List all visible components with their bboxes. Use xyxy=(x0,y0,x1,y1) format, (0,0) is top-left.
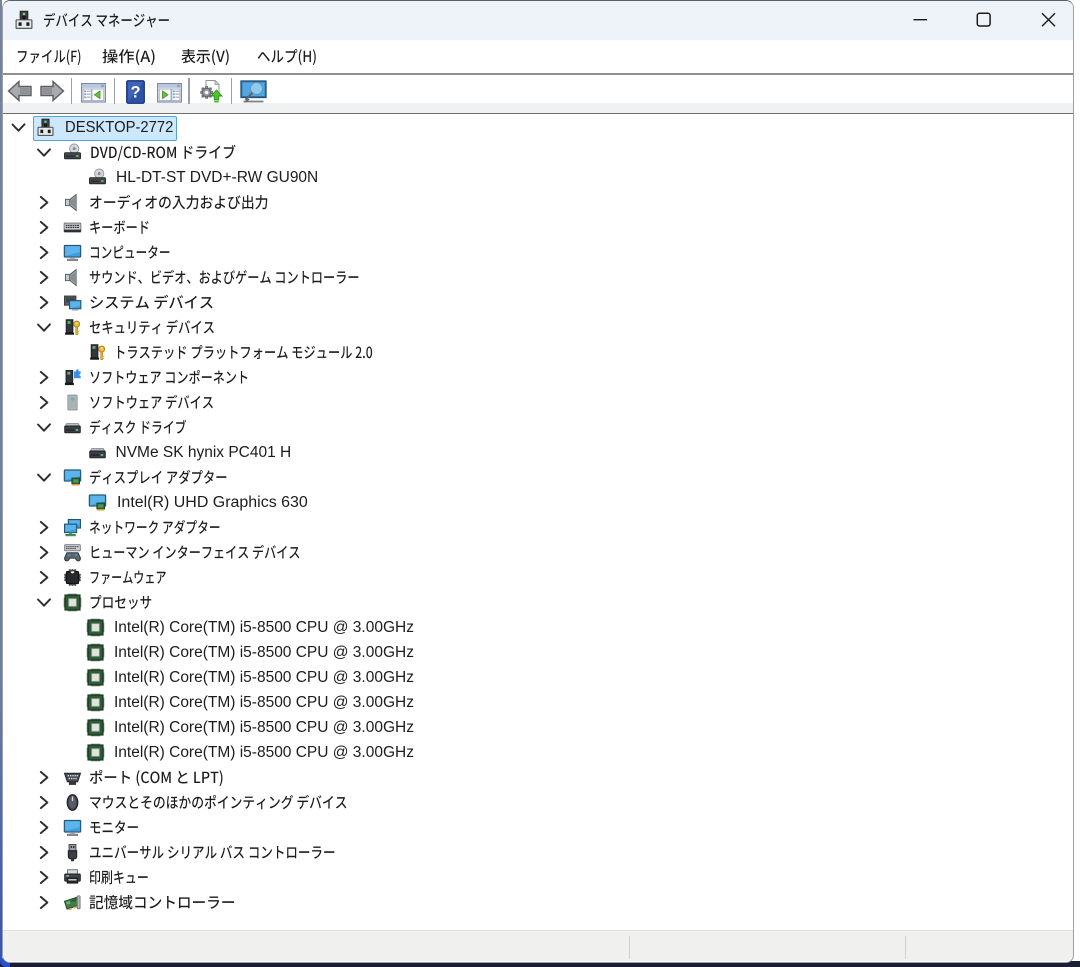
svg-text:?: ? xyxy=(130,84,140,102)
